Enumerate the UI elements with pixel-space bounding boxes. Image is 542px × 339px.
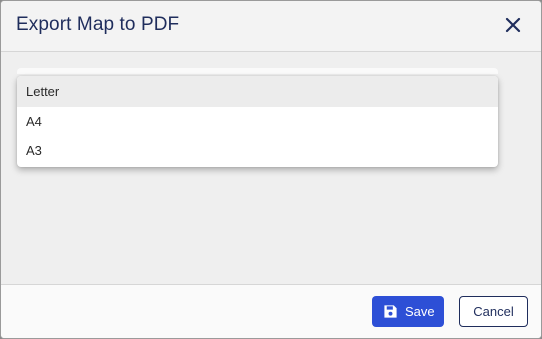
floppy-disk-icon: [384, 305, 397, 318]
save-button-label: Save: [405, 304, 435, 319]
close-button[interactable]: [503, 15, 523, 35]
option-a3[interactable]: A3: [17, 136, 498, 165]
cancel-button[interactable]: Cancel: [459, 296, 528, 327]
option-a4[interactable]: A4: [17, 107, 498, 136]
close-icon: [505, 17, 521, 33]
page-size-dropdown-menu: Letter A4 A3: [17, 76, 498, 167]
option-letter[interactable]: Letter: [17, 76, 498, 107]
dialog-footer: Save Cancel: [1, 284, 541, 338]
save-button[interactable]: Save: [372, 296, 444, 327]
dialog-title: Export Map to PDF: [16, 14, 180, 35]
page-size-select[interactable]: [17, 68, 498, 74]
dialog-body: Letter A4 A3: [1, 52, 541, 284]
dialog-header: Export Map to PDF: [1, 1, 541, 52]
export-map-dialog: Export Map to PDF Letter A4 A3 Save Canc…: [0, 0, 542, 339]
